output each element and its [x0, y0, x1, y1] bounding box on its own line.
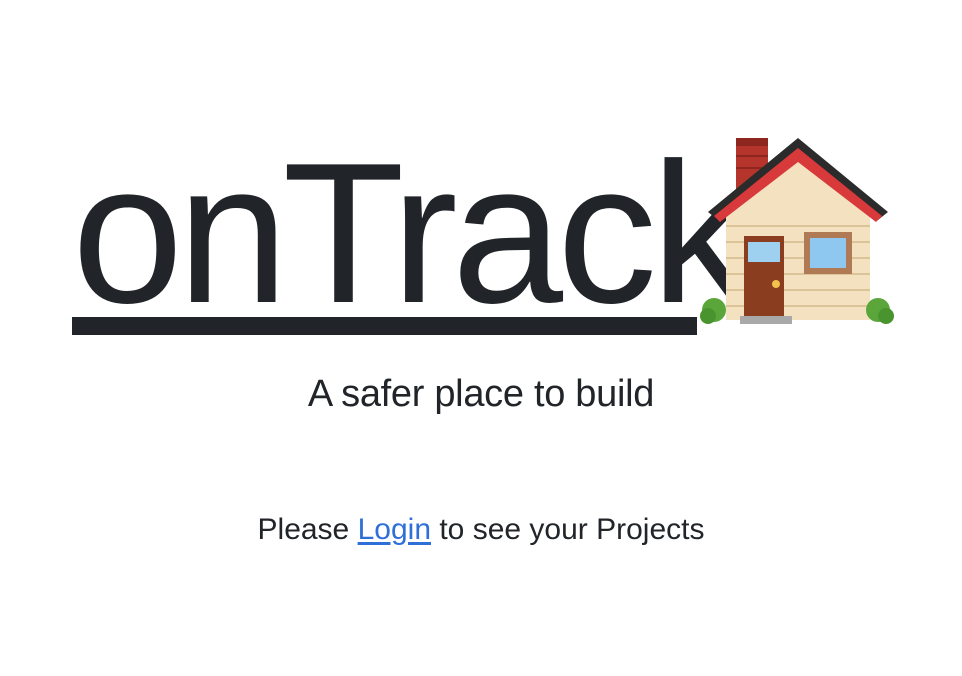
login-prompt-suffix: to see your Projects [431, 513, 705, 546]
house-emoji-icon [700, 138, 894, 324]
login-prompt: Please Login to see your Projects [0, 513, 962, 547]
brand-header: onTrack [72, 134, 902, 344]
login-prompt-prefix: Please [257, 513, 358, 546]
login-link[interactable]: Login [358, 513, 431, 546]
brand-title: onTrack [72, 122, 751, 345]
tagline: A safer place to build [307, 373, 655, 415]
brand-underline [72, 317, 697, 335]
